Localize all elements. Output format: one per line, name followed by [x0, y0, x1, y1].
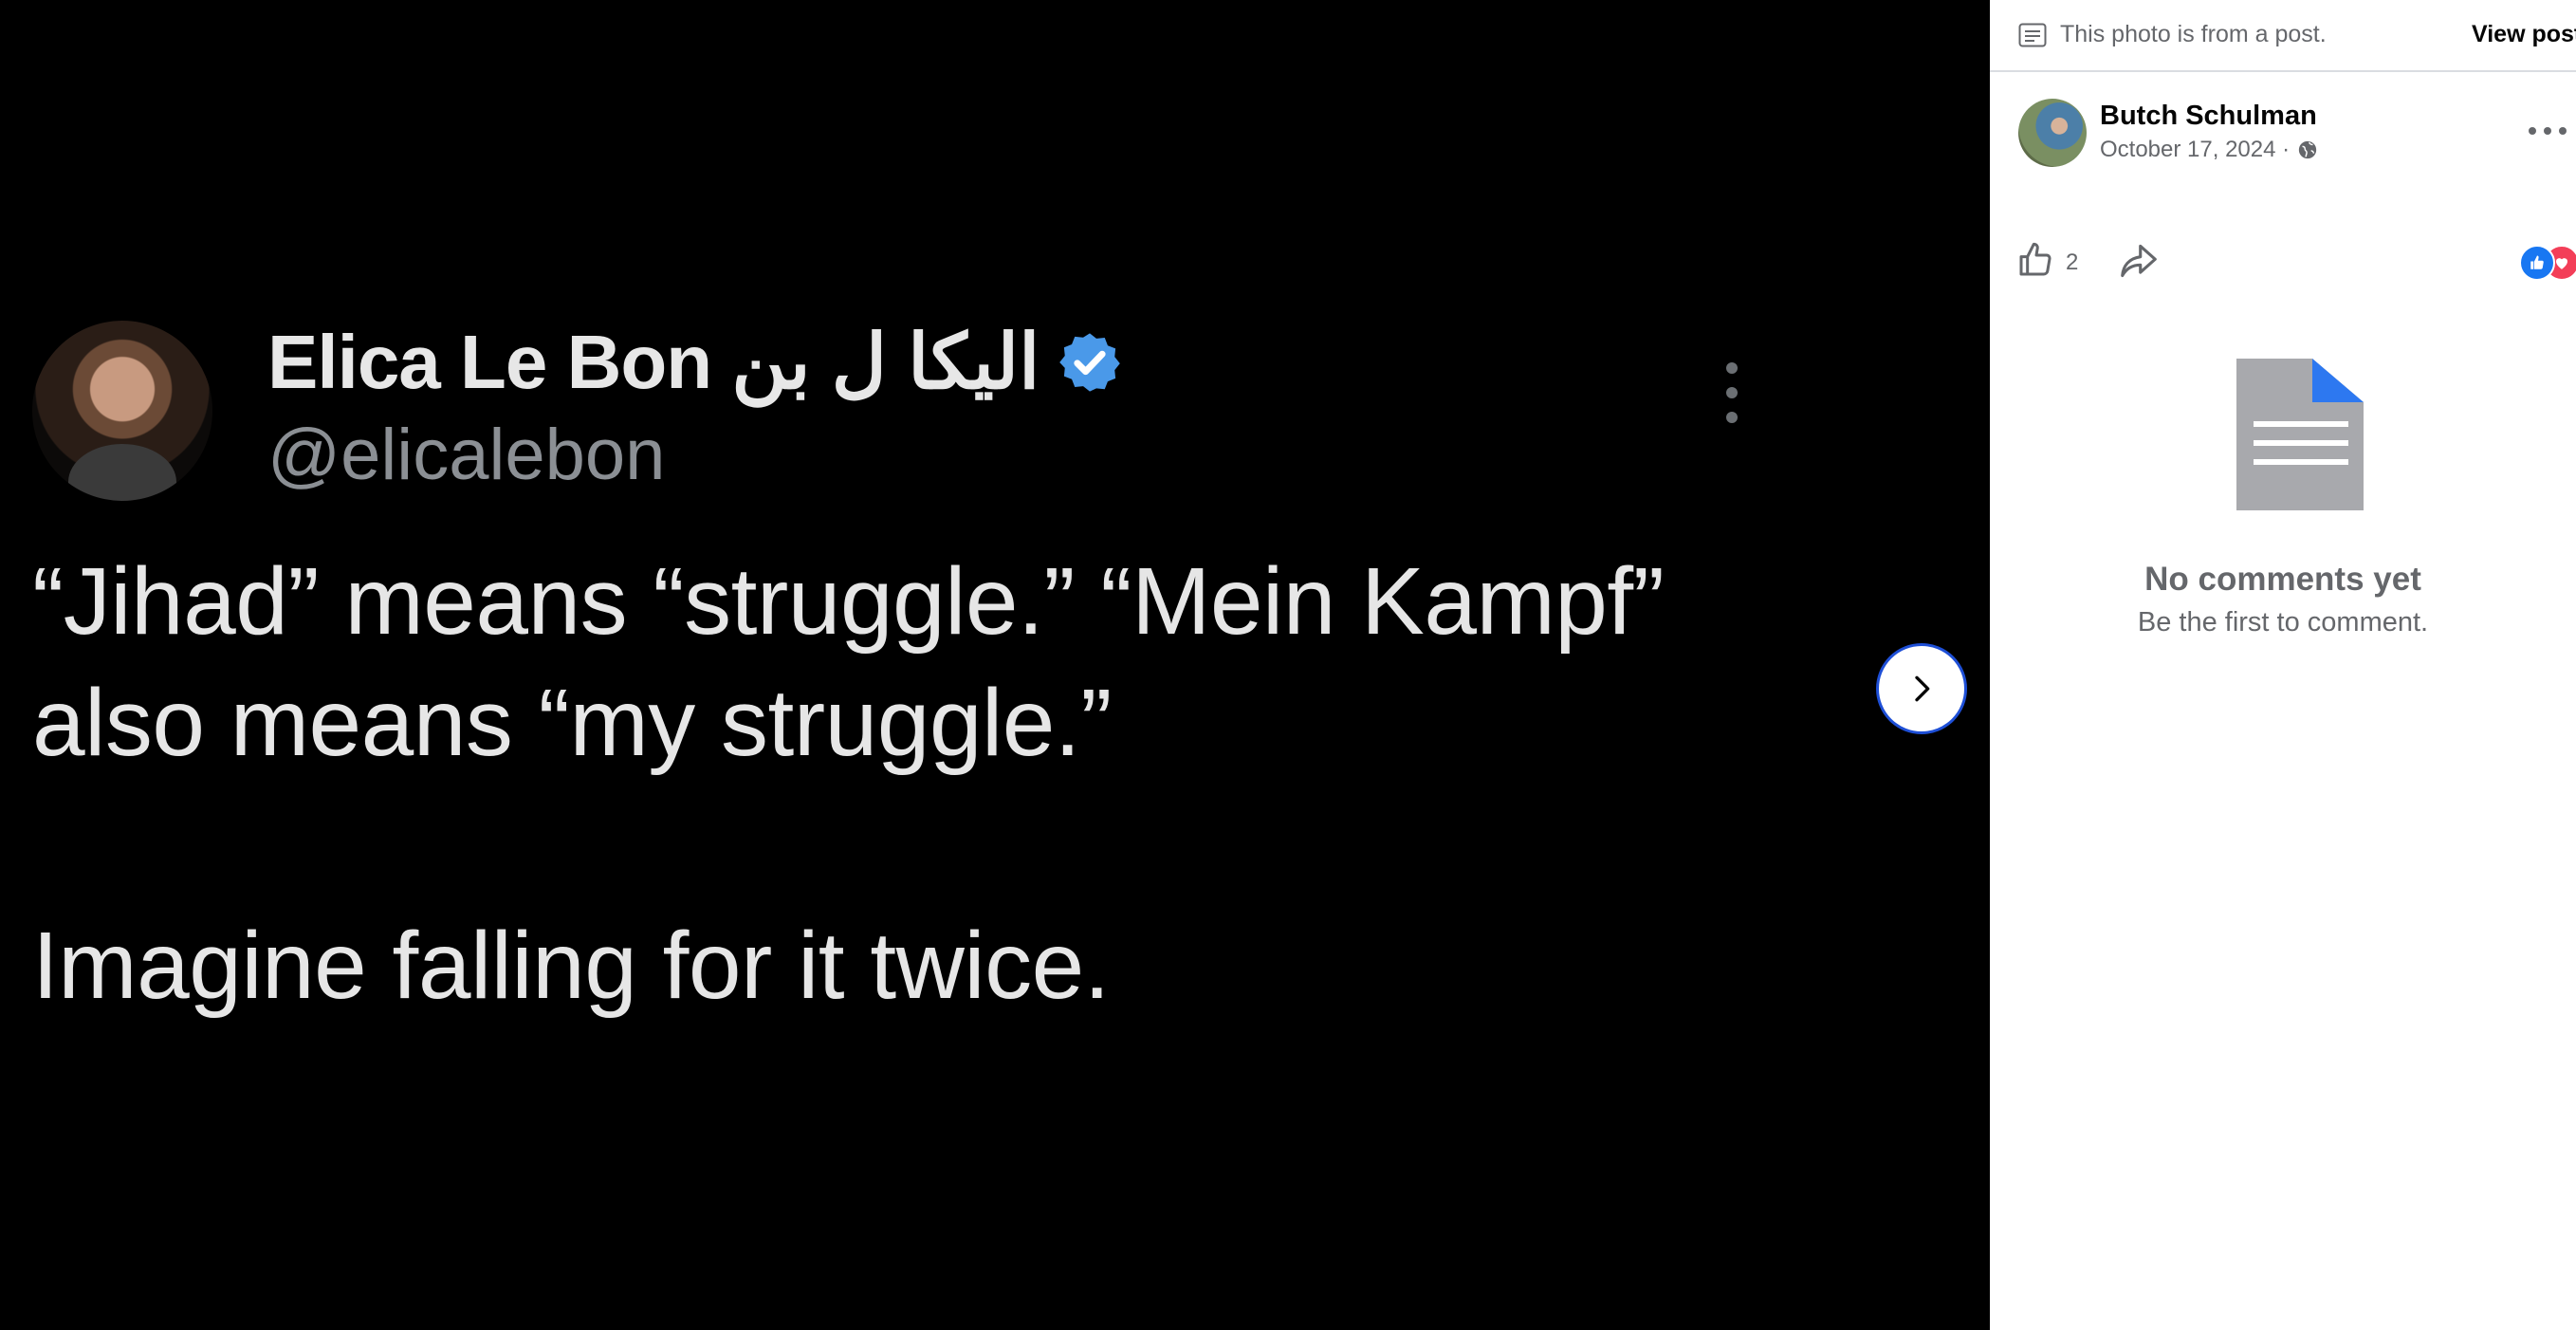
like-count[interactable]: 2 [2066, 249, 2078, 277]
tweet-display-name: Elica Le Bon اليكا ل بن [267, 320, 1040, 404]
author-name[interactable]: Butch Schulman [2100, 99, 2317, 133]
tweet-text-line-3: Imagine falling for it twice. [32, 913, 1111, 1019]
tweet-avatar [32, 321, 212, 501]
tweet-text-line-2: also means “my struggle.” [32, 670, 1112, 776]
document-icon [2236, 359, 2364, 510]
post-date[interactable]: October 17, 2024 · [2100, 135, 2290, 165]
tweet-display-name-row: Elica Le Bon اليكا ل بن [267, 315, 1123, 410]
photo-viewer: Elica Le Bon اليكا ل بن @elicalebon “Jih… [0, 0, 1990, 1330]
post-meta: October 17, 2024 · [2100, 135, 2318, 165]
chevron-right-icon [1915, 675, 1930, 702]
share-icon[interactable] [2119, 243, 2159, 279]
globe-icon [2298, 140, 2317, 159]
like-icon[interactable] [2016, 241, 2054, 279]
tweet-more-icon [1715, 362, 1749, 434]
more-options-icon[interactable] [2529, 114, 2567, 148]
no-comments-title: No comments yet [2144, 561, 2421, 598]
next-photo-button[interactable] [1876, 643, 1967, 734]
tweet-image: Elica Le Bon اليكا ل بن @elicalebon “Jih… [0, 275, 1802, 1110]
post-notice-bar: This photo is from a post. View post [1990, 0, 2576, 72]
tweet-text-line-1: “Jihad” means “struggle.” “Mein Kampf” [32, 548, 1665, 655]
post-text-icon [2018, 23, 2047, 47]
post-notice-text: This photo is from a post. [2060, 21, 2327, 47]
view-post-link[interactable]: View post [2472, 19, 2576, 49]
tweet-handle: @elicalebon [267, 415, 666, 495]
verified-badge-icon [1059, 333, 1121, 392]
post-side-panel: This photo is from a post. View post But… [1990, 0, 2576, 1330]
author-avatar[interactable] [2018, 99, 2087, 167]
like-reaction-icon[interactable] [2519, 245, 2555, 281]
no-comments-subtitle: Be the first to comment. [2137, 607, 2429, 637]
